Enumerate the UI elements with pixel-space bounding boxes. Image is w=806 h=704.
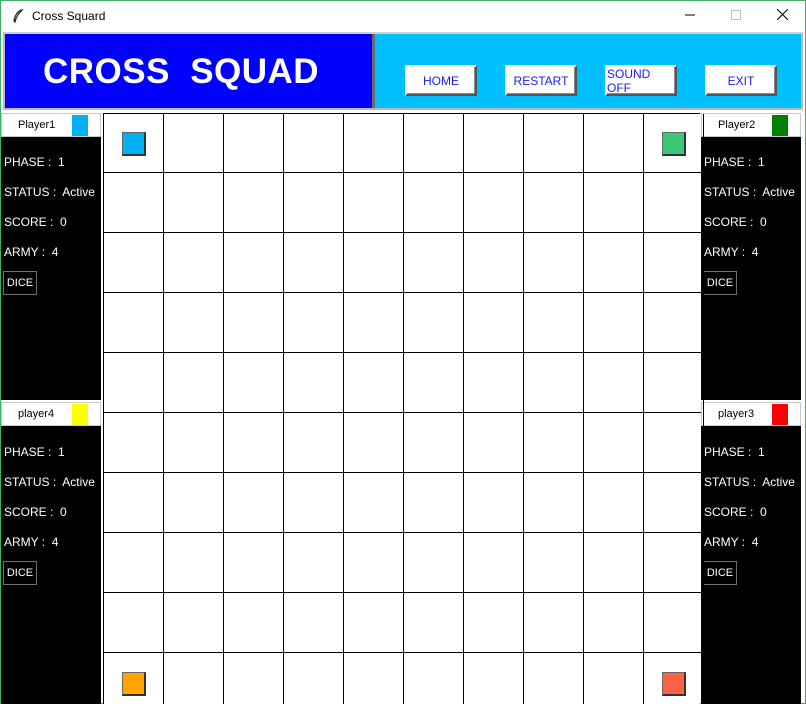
close-icon xyxy=(776,7,788,25)
exit-button[interactable]: EXIT xyxy=(705,65,777,96)
player2-name: Player2 xyxy=(718,119,756,131)
player2-header: Player2 xyxy=(701,113,801,137)
game-piece-player3[interactable] xyxy=(662,672,686,696)
grid-line-vertical xyxy=(703,114,704,704)
feather-icon xyxy=(12,8,24,24)
player4-panel: player4 PHASE : 1 STATUS : Active SCORE … xyxy=(1,402,101,704)
minimize-button[interactable] xyxy=(667,1,713,31)
game-header: CROSS SQUAD HOME RESTART SOUND OFF EXIT xyxy=(3,32,803,110)
player1-panel: Player1 PHASE : 1 STATUS : Active SCORE … xyxy=(1,113,101,400)
sound-toggle-button[interactable]: SOUND OFF xyxy=(605,65,677,96)
player2-status: STATUS : Active xyxy=(704,185,795,199)
minimize-icon xyxy=(685,7,695,25)
grid-line-vertical xyxy=(163,114,164,704)
player4-score: SCORE : 0 xyxy=(4,505,67,519)
player3-panel: player3 PHASE : 1 STATUS : Active SCORE … xyxy=(701,402,801,704)
grid-line-horizontal xyxy=(104,592,701,593)
grid-line-horizontal xyxy=(104,232,701,233)
player3-army: ARMY : 4 xyxy=(704,535,759,549)
grid-line-horizontal xyxy=(104,472,701,473)
game-title: CROSS SQUAD xyxy=(43,52,320,91)
grid-line-vertical xyxy=(403,114,404,704)
grid-line-vertical xyxy=(643,114,644,704)
player4-color-swatch xyxy=(72,404,88,425)
grid-line-horizontal xyxy=(104,652,701,653)
player3-score: SCORE : 0 xyxy=(704,505,767,519)
player1-score: SCORE : 0 xyxy=(4,215,67,229)
window-title: Cross Squard xyxy=(32,9,106,23)
game-piece-player2[interactable] xyxy=(662,132,686,156)
player3-name: player3 xyxy=(718,408,755,420)
restart-button[interactable]: RESTART xyxy=(505,65,577,96)
close-button[interactable] xyxy=(759,1,805,31)
player1-name: Player1 xyxy=(18,119,56,131)
player4-army: ARMY : 4 xyxy=(4,535,59,549)
maximize-button[interactable] xyxy=(713,1,759,31)
player3-header: player3 xyxy=(701,402,801,426)
grid-line-horizontal xyxy=(104,352,701,353)
player1-army: ARMY : 4 xyxy=(4,245,59,259)
player1-header: Player1 xyxy=(1,113,101,137)
player4-header: player4 xyxy=(1,402,101,426)
maximize-icon xyxy=(731,7,741,25)
grid-line-horizontal xyxy=(104,532,701,533)
grid-line-vertical xyxy=(523,114,524,704)
player1-status: STATUS : Active xyxy=(4,185,95,199)
player4-name: player4 xyxy=(18,408,55,420)
grid-line-vertical xyxy=(463,114,464,704)
player2-army: ARMY : 4 xyxy=(704,245,759,259)
grid-line-horizontal xyxy=(104,412,701,413)
home-button[interactable]: HOME xyxy=(405,65,477,96)
grid-line-vertical xyxy=(223,114,224,704)
player4-phase: PHASE : 1 xyxy=(4,445,65,459)
player4-dice-button[interactable]: DICE xyxy=(3,561,37,585)
grid-line-vertical xyxy=(583,114,584,704)
player3-phase: PHASE : 1 xyxy=(704,445,765,459)
game-piece-player1[interactable] xyxy=(122,132,146,156)
player2-dice-button[interactable]: DICE xyxy=(703,271,737,295)
player2-score: SCORE : 0 xyxy=(704,215,767,229)
player2-color-swatch xyxy=(772,115,788,136)
game-board[interactable] xyxy=(103,113,704,704)
player2-phase: PHASE : 1 xyxy=(704,155,765,169)
player4-status: STATUS : Active xyxy=(4,475,95,489)
player1-color-swatch xyxy=(72,115,88,136)
title-bar[interactable]: Cross Squard xyxy=(1,1,805,31)
game-piece-player4[interactable] xyxy=(122,672,146,696)
title-panel: CROSS SQUAD xyxy=(5,34,375,108)
player1-phase: PHASE : 1 xyxy=(4,155,65,169)
grid-line-horizontal xyxy=(104,172,701,173)
player3-dice-button[interactable]: DICE xyxy=(703,561,737,585)
player3-status: STATUS : Active xyxy=(704,475,795,489)
player3-color-swatch xyxy=(772,404,788,425)
grid-line-horizontal xyxy=(104,292,701,293)
player2-panel: Player2 PHASE : 1 STATUS : Active SCORE … xyxy=(701,113,801,400)
grid-line-vertical xyxy=(343,114,344,704)
player1-dice-button[interactable]: DICE xyxy=(3,271,37,295)
grid-line-vertical xyxy=(283,114,284,704)
